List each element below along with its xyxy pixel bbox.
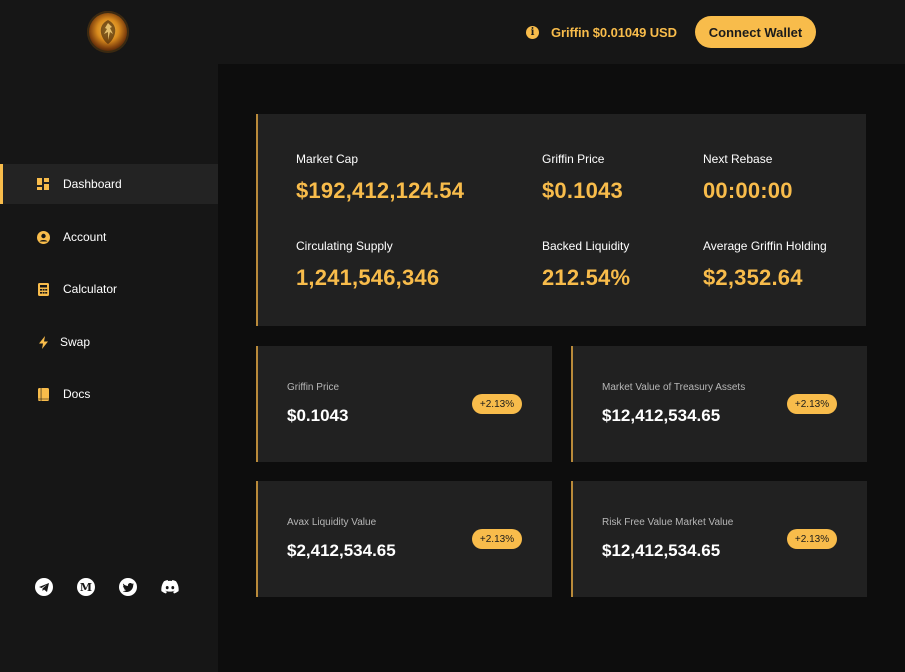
stat-value: $2,352.64 xyxy=(703,265,803,290)
card-label: Griffin Price xyxy=(287,382,340,393)
header: i Griffin $0.01049 USD Connect Wallet xyxy=(0,0,905,64)
stat-circulating-supply: Circulating Supply 1,241,546,346 xyxy=(296,239,439,291)
griffin-logo[interactable] xyxy=(87,11,129,53)
sidebar-item-label: Swap xyxy=(60,335,91,349)
sidebar-item-calculator[interactable]: Calculator xyxy=(0,269,218,309)
sidebar-item-label: Dashboard xyxy=(63,177,122,191)
card-value: $12,412,534.65 xyxy=(602,406,721,425)
stat-average-holding: Average Griffin Holding $2,352.64 xyxy=(703,239,827,291)
stat-griffin-price: Griffin Price $0.1043 xyxy=(542,152,623,204)
stat-market-cap: Market Cap $192,412,124.54 xyxy=(296,152,464,204)
card-label: Market Value of Treasury Assets xyxy=(602,382,746,393)
stat-value: 1,241,546,346 xyxy=(296,265,440,290)
sidebar-item-label: Docs xyxy=(63,387,91,401)
main-content: Market Cap $192,412,124.54 Griffin Price… xyxy=(218,64,905,672)
stat-backed-liquidity: Backed Liquidity 212.54% xyxy=(542,239,630,291)
sidebar-item-dashboard[interactable]: Dashboard xyxy=(0,164,218,204)
stat-label: Griffin Price xyxy=(542,152,605,166)
sidebar-item-label: Account xyxy=(63,230,107,244)
discord-icon[interactable] xyxy=(161,578,179,596)
social-links: M xyxy=(35,578,203,596)
book-icon xyxy=(36,387,50,401)
twitter-icon[interactable] xyxy=(119,578,137,596)
card-label: Avax Liquidity Value xyxy=(287,517,377,528)
user-circle-icon xyxy=(36,230,50,244)
metric-card-avax-liquidity: Avax Liquidity Value $2,412,534.65 +2.13… xyxy=(256,481,552,597)
medium-icon[interactable]: M xyxy=(77,578,95,596)
sidebar: Dashboard Account Calculator Swap Docs M xyxy=(0,64,218,672)
info-icon[interactable]: i xyxy=(526,25,539,39)
metric-card-griffin-price: Griffin Price $0.1043 +2.13% xyxy=(256,346,552,462)
sidebar-item-docs[interactable]: Docs xyxy=(0,374,218,414)
card-value: $12,412,534.65 xyxy=(602,541,721,560)
card-value: $0.1043 xyxy=(287,406,349,425)
telegram-icon[interactable] xyxy=(35,578,53,596)
sidebar-item-account[interactable]: Account xyxy=(0,217,218,257)
token-price-text: Griffin $0.01049 USD xyxy=(551,24,677,40)
stat-value: 00:00:00 xyxy=(703,178,793,203)
metric-card-treasury-value: Market Value of Treasury Assets $12,412,… xyxy=(571,346,867,462)
stat-label: Next Rebase xyxy=(703,152,773,166)
change-badge: +2.13% xyxy=(472,529,522,549)
change-badge: +2.13% xyxy=(472,394,522,414)
stat-next-rebase: Next Rebase 00:00:00 xyxy=(703,152,793,204)
stat-label: Average Griffin Holding xyxy=(703,239,827,253)
stats-panel: Market Cap $192,412,124.54 Griffin Price… xyxy=(256,114,866,326)
card-label: Risk Free Value Market Value xyxy=(602,517,734,528)
stat-value: $0.1043 xyxy=(542,178,623,203)
stat-value: $192,412,124.54 xyxy=(296,178,465,203)
calculator-icon xyxy=(36,282,50,296)
connect-wallet-button[interactable]: Connect Wallet xyxy=(695,16,816,48)
app: i Griffin $0.01049 USD Connect Wallet Da… xyxy=(0,0,905,672)
stat-label: Market Cap xyxy=(296,152,359,166)
token-price-info: i Griffin $0.01049 USD xyxy=(526,23,677,41)
sidebar-item-label: Calculator xyxy=(63,282,118,296)
change-badge: +2.13% xyxy=(787,529,837,549)
stat-value: 212.54% xyxy=(542,265,631,290)
grid-icon xyxy=(36,177,50,191)
card-value: $2,412,534.65 xyxy=(287,541,396,560)
change-badge: +2.13% xyxy=(787,394,837,414)
lightning-icon xyxy=(36,335,50,349)
stat-label: Backed Liquidity xyxy=(542,239,630,253)
stat-label: Circulating Supply xyxy=(296,239,393,253)
metric-card-risk-free-value: Risk Free Value Market Value $12,412,534… xyxy=(571,481,867,597)
sidebar-item-swap[interactable]: Swap xyxy=(0,322,218,362)
